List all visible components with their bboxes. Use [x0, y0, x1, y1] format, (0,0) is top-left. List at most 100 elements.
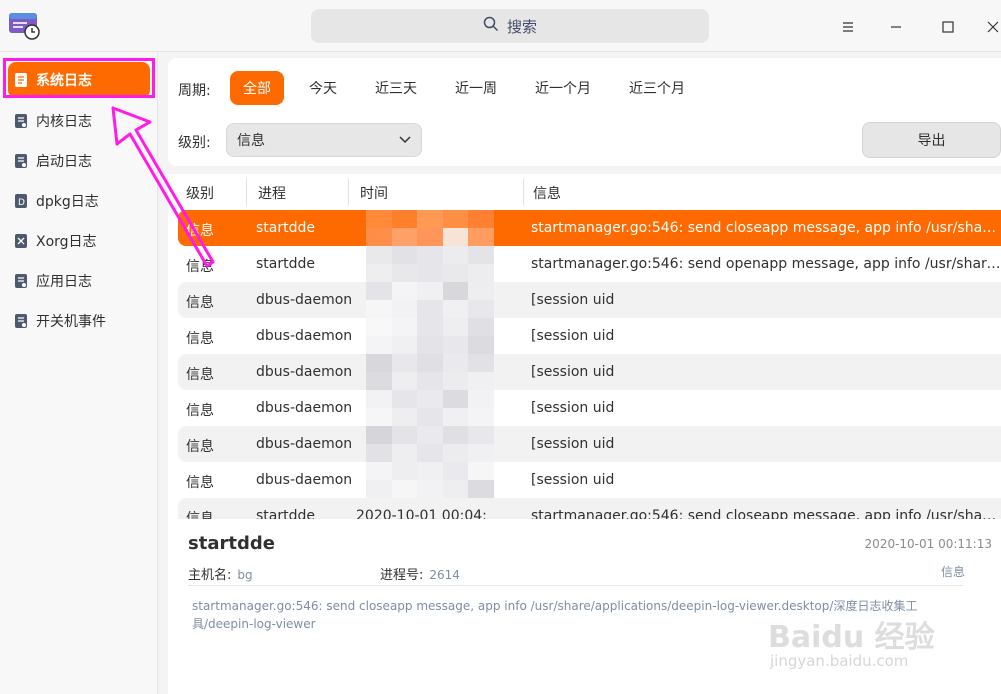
filter-panel: 周期: 全部 今天 近三天 近一周 近一个月 近三个月 级别: 信息 导出 [168, 58, 1001, 166]
table-row[interactable]: 信息 startdde startmanager.go:546: send cl… [178, 210, 1001, 246]
cell-process: startdde [256, 220, 315, 236]
divider [188, 585, 963, 586]
period-today-button[interactable]: 今天 [296, 71, 350, 105]
cell-message: [session uid [531, 292, 615, 308]
detail-level: 信息 [940, 565, 965, 579]
table-row[interactable]: 信息 dbus-daemon [session uid [178, 354, 1001, 390]
redacted-time [366, 426, 494, 462]
table-row[interactable]: 信息 startdde startmanager.go:546: send op… [178, 246, 1001, 282]
column-divider [523, 178, 524, 206]
table-row[interactable]: 信息 dbus-daemon [session uid [178, 318, 1001, 354]
cell-message: [session uid [531, 436, 615, 452]
search-placeholder: 搜索 [506, 17, 537, 36]
sidebar: 系统日志 内核日志 启动日志 D dpkg日志 Xorg日志 应用日志 开关机事… [0, 52, 158, 694]
document-icon [15, 274, 27, 288]
redacted-time [366, 390, 494, 426]
redacted-time [366, 246, 494, 282]
redacted-time [366, 282, 494, 318]
table-row[interactable]: 信息 dbus-daemon [session uid [178, 462, 1001, 498]
hostname-value: bg [237, 568, 253, 582]
cell-message: startmanager.go:546: send openapp messag… [531, 256, 1001, 272]
cell-message: startmanager.go:546: send closeapp messa… [531, 220, 1001, 236]
sidebar-item-boot-log[interactable]: 启动日志 [8, 143, 150, 179]
cell-process: startdde [256, 256, 315, 272]
sidebar-item-label: Xorg日志 [36, 234, 97, 250]
document-icon [15, 73, 27, 87]
cell-level: 信息 [186, 475, 214, 491]
sidebar-item-system-log[interactable]: 系统日志 [8, 62, 150, 98]
level-select-value: 信息 [237, 133, 265, 149]
column-header-message[interactable]: 信息 [533, 183, 561, 203]
menu-icon[interactable] [833, 12, 863, 42]
column-header-process[interactable]: 进程 [258, 183, 286, 203]
minimize-icon[interactable] [881, 12, 911, 42]
table-row[interactable]: 信息 dbus-daemon [session uid [178, 282, 1001, 318]
sidebar-item-label: 系统日志 [36, 73, 92, 89]
cell-level: 信息 [186, 439, 214, 455]
redacted-time [366, 210, 494, 246]
period-3months-button[interactable]: 近三个月 [616, 71, 698, 105]
column-divider [348, 178, 349, 206]
period-month-button[interactable]: 近一个月 [522, 71, 604, 105]
sidebar-item-dpkg-log[interactable]: D dpkg日志 [8, 183, 150, 219]
document-icon [15, 154, 27, 168]
svg-text:D: D [18, 198, 25, 208]
period-3days-button[interactable]: 近三天 [362, 71, 430, 105]
baidu-watermark: Baidu 经验 [768, 620, 935, 655]
redacted-time [366, 318, 494, 354]
redacted-time [366, 354, 494, 390]
detail-datetime: 2020-10-01 00:11:13 [864, 537, 992, 551]
column-divider [246, 178, 247, 206]
cell-level: 信息 [186, 331, 214, 347]
document-icon [15, 314, 27, 328]
column-header-time[interactable]: 时间 [360, 183, 388, 203]
baidu-watermark-url: jingyan.baidu.com [770, 652, 909, 670]
pid-label: 进程号: [380, 568, 424, 583]
chevron-down-icon [399, 136, 411, 144]
sidebar-item-label: 启动日志 [36, 154, 92, 170]
detail-process-name: startdde [188, 533, 275, 554]
search-icon [483, 16, 499, 36]
log-viewer-app-icon [8, 10, 40, 40]
table-row[interactable]: 信息 startdde 2020-10-01 00:04:57 startman… [178, 498, 1001, 519]
period-all-button[interactable]: 全部 [230, 71, 284, 105]
level-label: 级别: [178, 135, 211, 151]
cell-process: dbus-daemon [256, 364, 352, 380]
sidebar-item-boot-shutdown-events[interactable]: 开关机事件 [8, 303, 150, 339]
period-week-button[interactable]: 近一周 [442, 71, 510, 105]
cell-process: dbus-daemon [256, 436, 352, 452]
sidebar-item-app-log[interactable]: 应用日志 [8, 263, 150, 299]
maximize-icon[interactable] [933, 12, 963, 42]
export-button[interactable]: 导出 [862, 122, 1001, 158]
table-row[interactable]: 信息 dbus-daemon [session uid [178, 426, 1001, 462]
cell-time: 2020-10-01 00:04:57 [356, 508, 488, 519]
detail-pid: 进程号: 2614 [380, 564, 460, 583]
sidebar-item-label: 内核日志 [36, 114, 92, 130]
cell-process: dbus-daemon [256, 292, 352, 308]
cell-level: 信息 [186, 511, 214, 519]
period-label: 周期: [178, 83, 211, 99]
document-icon: D [15, 194, 27, 208]
cell-level: 信息 [186, 295, 214, 311]
cell-message: startmanager.go:546: send closeapp messa… [531, 508, 1001, 519]
redacted-time [366, 462, 494, 498]
table-row[interactable]: 信息 dbus-daemon [session uid [178, 390, 1001, 426]
cell-level: 信息 [186, 223, 214, 239]
titlebar: 搜索 [0, 0, 1001, 52]
cell-level: 信息 [186, 259, 214, 275]
pid-value: 2614 [429, 568, 460, 582]
level-select[interactable]: 信息 [226, 123, 422, 157]
cell-process: startdde [256, 508, 315, 519]
sidebar-item-xorg-log[interactable]: Xorg日志 [8, 223, 150, 259]
column-header-level[interactable]: 级别 [186, 183, 214, 203]
cell-process: dbus-daemon [256, 400, 352, 416]
document-icon [15, 234, 27, 248]
hostname-label: 主机名: [188, 568, 232, 583]
sidebar-item-kernel-log[interactable]: 内核日志 [8, 103, 150, 139]
cell-process: dbus-daemon [256, 328, 352, 344]
search-input[interactable]: 搜索 [311, 9, 709, 43]
cell-message: [session uid [531, 328, 615, 344]
sidebar-item-label: dpkg日志 [36, 194, 99, 210]
log-table: 级别 进程 时间 信息 信息 startdde startmanager.go:… [168, 174, 1001, 519]
close-icon[interactable] [978, 12, 1001, 42]
